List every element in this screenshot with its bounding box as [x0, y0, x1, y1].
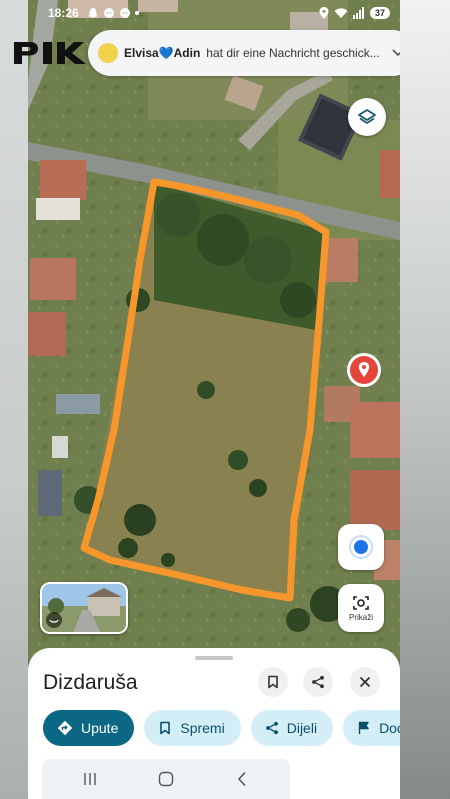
- bookmark-icon: [268, 675, 278, 689]
- bookmark-icon: [160, 721, 171, 735]
- place-title: Dizdaruša: [43, 671, 138, 694]
- flag-icon: [358, 721, 369, 734]
- save-label: Spremi: [180, 720, 225, 736]
- home-icon: [158, 771, 174, 787]
- close-button[interactable]: [350, 667, 380, 697]
- messenger-icon: [119, 8, 130, 18]
- place-sheet[interactable]: Dizdaruša Upute Spremi Dijeli Do: [28, 648, 400, 799]
- chevron-down-icon[interactable]: [392, 49, 400, 57]
- wifi-icon: [334, 8, 348, 18]
- back-button[interactable]: [222, 764, 262, 794]
- share-icon: [265, 721, 278, 735]
- phone-screen: 18:26 37 Elvisa💙Adin hat dir eine Nachri…: [28, 0, 400, 799]
- directions-label: Upute: [81, 720, 119, 736]
- snapchat-avatar-icon: [98, 43, 118, 63]
- share-label: Dijeli: [286, 720, 318, 736]
- more-notifications-dot: [134, 11, 139, 15]
- my-location-button[interactable]: [338, 524, 384, 570]
- layers-button[interactable]: [348, 98, 386, 136]
- drag-handle[interactable]: [195, 656, 233, 660]
- notification-text: hat dir eine Nachricht geschick...: [206, 46, 380, 60]
- status-bar: 18:26 37: [28, 0, 400, 26]
- add-button[interactable]: Dod: [343, 710, 400, 746]
- share-button[interactable]: Dijeli: [250, 710, 334, 746]
- status-time: 18:26: [48, 6, 79, 20]
- back-icon: [237, 771, 246, 787]
- notification-banner[interactable]: Elvisa💙Adin hat dir eine Nachricht gesch…: [88, 30, 400, 76]
- share-icon-button[interactable]: [303, 667, 333, 697]
- lens-label: Prikaži: [348, 613, 373, 622]
- pik-watermark-logo: [12, 40, 94, 66]
- system-nav-bar: [42, 759, 290, 799]
- directions-button[interactable]: Upute: [43, 710, 135, 746]
- place-pin-icon[interactable]: [346, 352, 382, 388]
- close-icon: [359, 676, 371, 688]
- messenger-icon: [103, 8, 114, 18]
- pik-logo-icon: [14, 41, 86, 65]
- notification-icons: [87, 7, 131, 19]
- add-label: Dod: [379, 720, 400, 736]
- rotate-360-icon: [46, 612, 62, 628]
- recent-apps-button[interactable]: [70, 764, 110, 794]
- save-icon-button[interactable]: [258, 667, 288, 697]
- save-button[interactable]: Spremi: [144, 710, 241, 746]
- signal-icon: [352, 7, 364, 19]
- status-right: 37: [319, 7, 390, 19]
- background-right: [400, 0, 450, 799]
- camera-lens-icon: [353, 596, 369, 610]
- battery-indicator: 37: [369, 7, 390, 19]
- location-status-icon: [319, 7, 329, 19]
- directions-icon: [57, 720, 73, 736]
- recents-icon: [84, 773, 96, 785]
- location-dot-icon: [354, 540, 368, 554]
- home-button[interactable]: [146, 764, 186, 794]
- notification-sender: Elvisa💙Adin: [124, 46, 201, 60]
- action-chips: Upute Spremi Dijeli Dod: [43, 710, 400, 746]
- lens-button[interactable]: Prikaži: [338, 584, 384, 632]
- street-view-thumbnail[interactable]: [40, 582, 128, 634]
- background-left: [0, 0, 28, 799]
- snapchat-icon: [87, 8, 98, 18]
- layers-icon: [358, 109, 376, 124]
- share-icon: [312, 675, 324, 689]
